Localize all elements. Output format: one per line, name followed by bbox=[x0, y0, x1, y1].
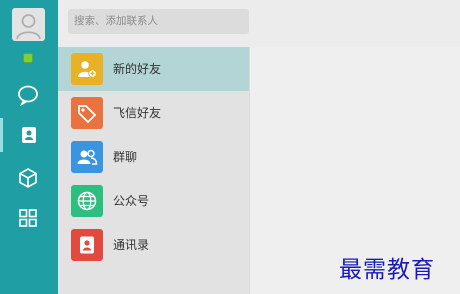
list-item-label: 公众号 bbox=[113, 194, 150, 208]
list-item-fetion-friends[interactable]: 飞信好友 bbox=[58, 91, 249, 135]
list-item-label: 通讯录 bbox=[113, 238, 150, 252]
cube-icon[interactable] bbox=[16, 166, 40, 190]
list-item-new-friends[interactable]: 新的好友 bbox=[58, 47, 249, 91]
list-item-label: 群聊 bbox=[113, 150, 138, 164]
group-icon bbox=[71, 141, 103, 173]
address-book-icon bbox=[71, 229, 103, 261]
grid-icon[interactable] bbox=[16, 206, 40, 230]
search-input[interactable]: 搜索、添加联系人 bbox=[68, 9, 249, 34]
contacts-menu-list: 新的好友 飞信好友 群聊 公众号 通讯录 bbox=[58, 47, 249, 294]
new-friend-icon bbox=[71, 53, 103, 85]
avatar[interactable] bbox=[12, 8, 45, 41]
globe-icon bbox=[71, 185, 103, 217]
contacts-card-icon[interactable] bbox=[0, 118, 58, 152]
online-status-indicator[interactable] bbox=[23, 53, 33, 63]
chat-bubble-icon[interactable] bbox=[16, 83, 40, 107]
list-item-official-accounts[interactable]: 公众号 bbox=[58, 179, 249, 223]
tag-icon bbox=[71, 97, 103, 129]
watermark-text: 最需教育 bbox=[339, 257, 435, 283]
nav-rail bbox=[0, 0, 58, 294]
list-item-group-chat[interactable]: 群聊 bbox=[58, 135, 249, 179]
list-item-label: 新的好友 bbox=[113, 62, 162, 76]
list-item-address-book[interactable]: 通讯录 bbox=[58, 223, 249, 267]
user-avatar-icon bbox=[16, 14, 41, 40]
list-item-label: 飞信好友 bbox=[113, 106, 162, 120]
